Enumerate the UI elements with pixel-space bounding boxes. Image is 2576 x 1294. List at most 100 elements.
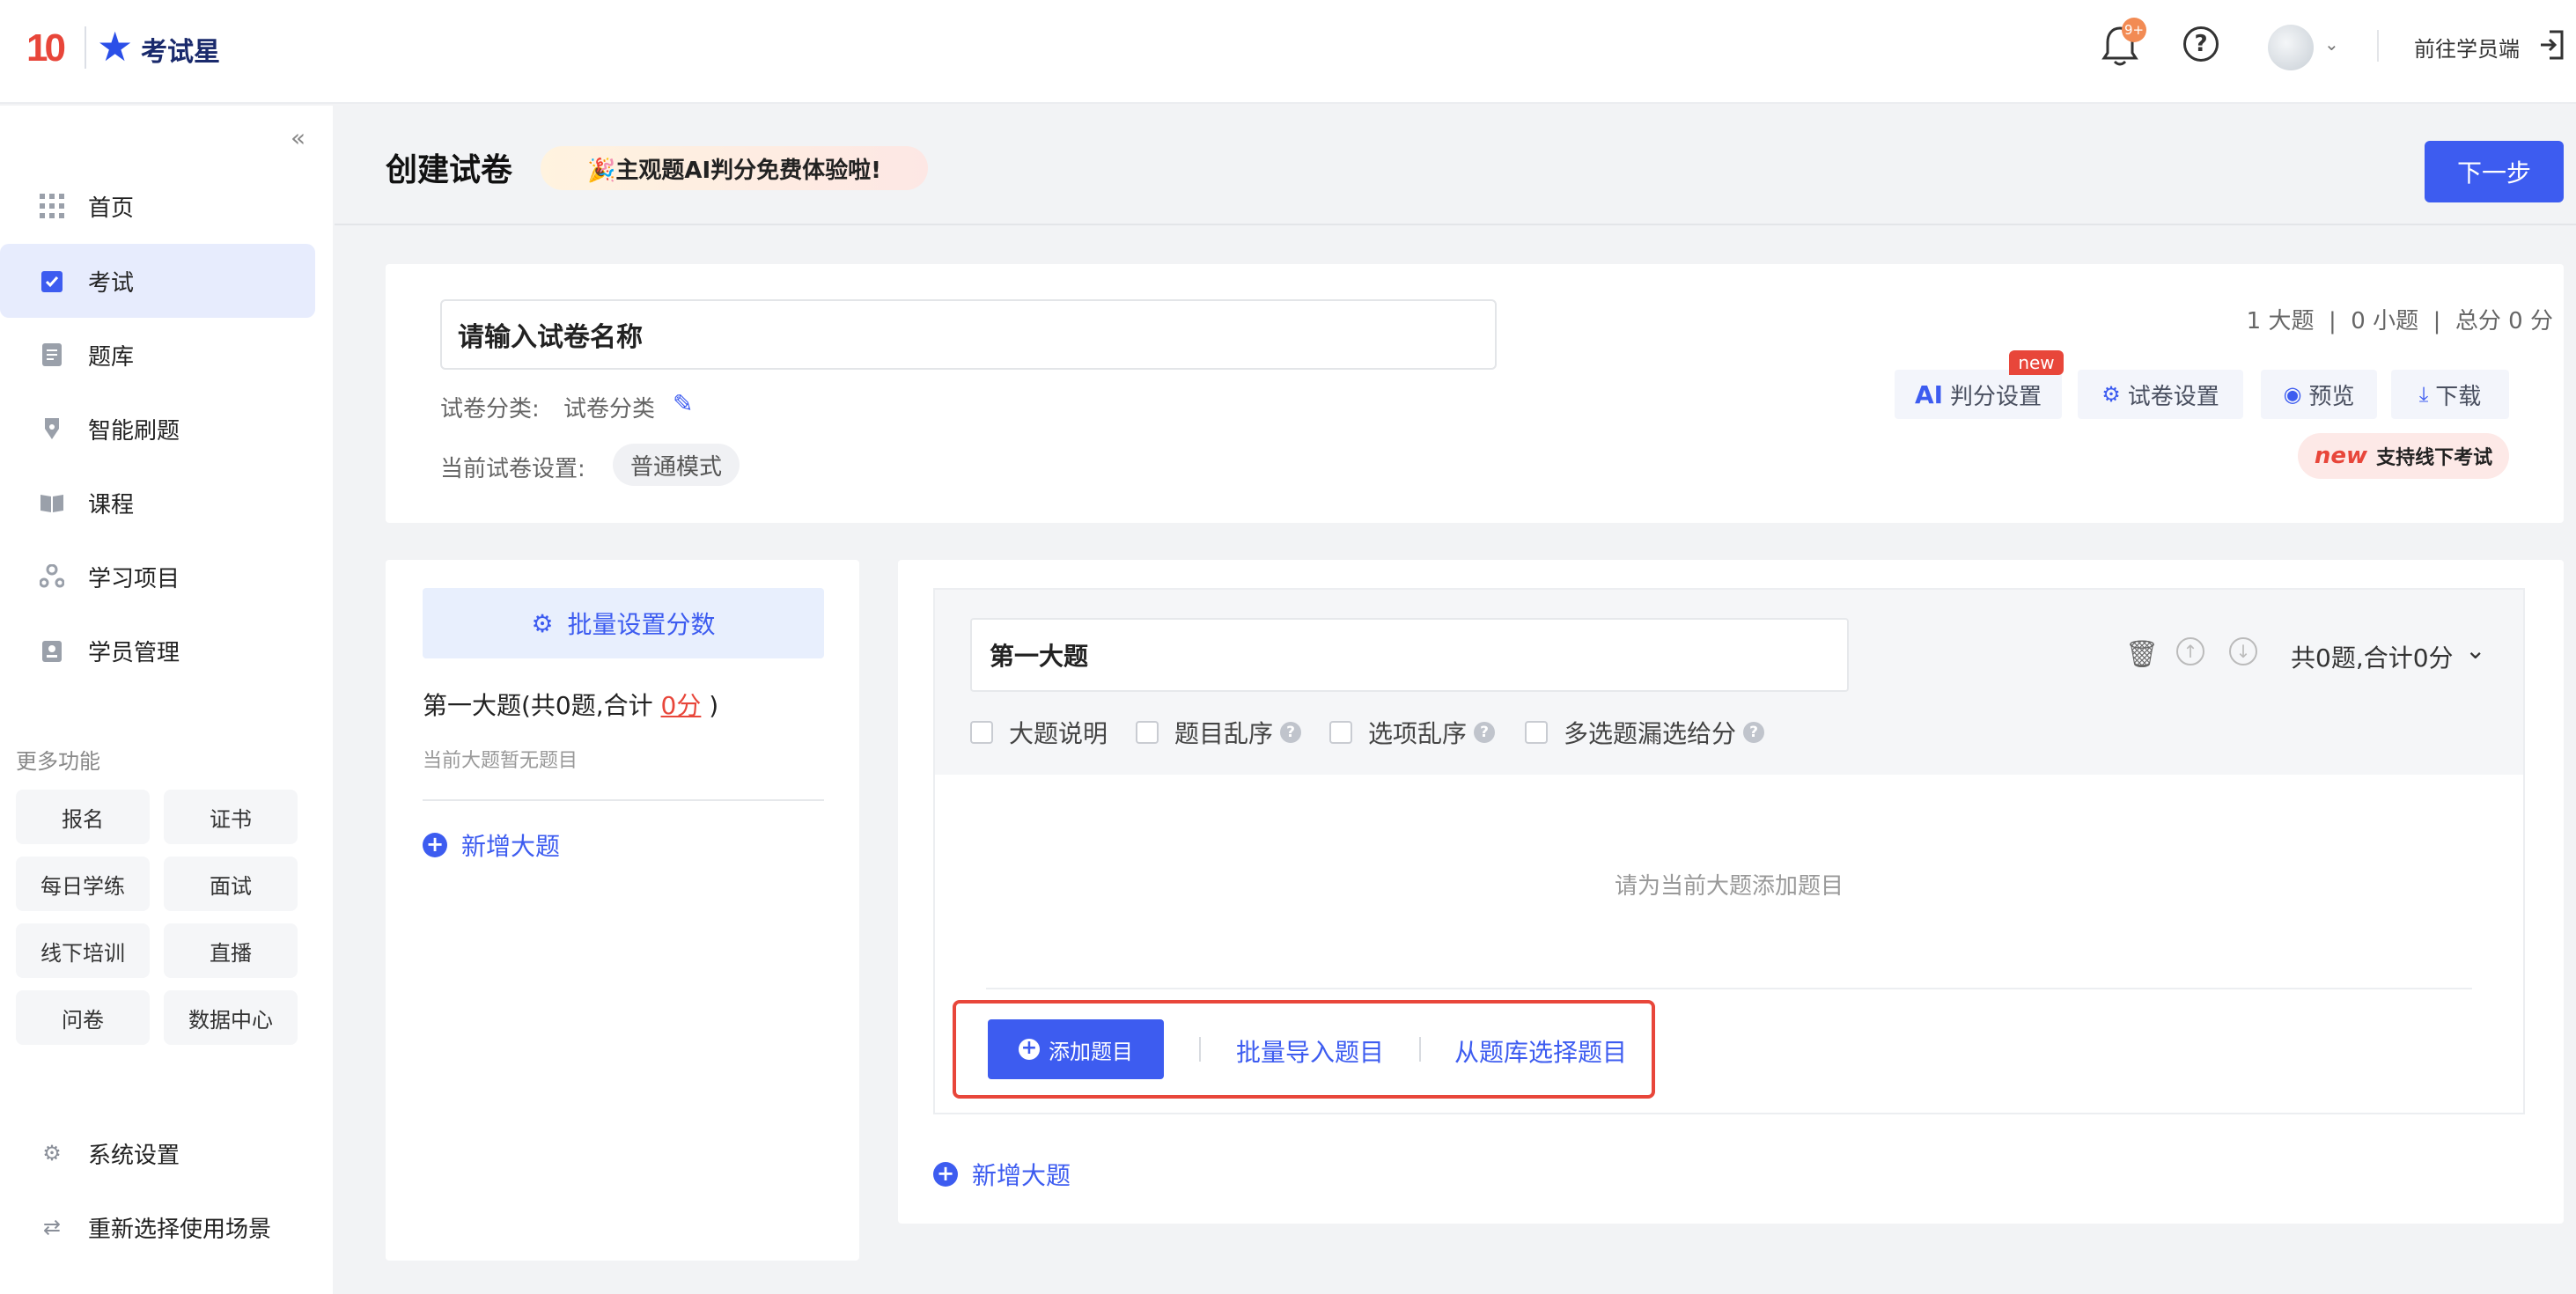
select-from-bank-link[interactable]: 从题库选择题目 bbox=[1454, 1033, 1627, 1069]
help-icon[interactable]: ? bbox=[1743, 722, 1765, 743]
eye-icon: ◉ bbox=[2283, 382, 2302, 407]
batch-set-score-button[interactable]: ⚙ 批量设置分数 bbox=[423, 588, 824, 658]
empty-questions-hint: 请为当前大题添加题目 bbox=[1614, 873, 1844, 900]
chip-certificate[interactable]: 证书 bbox=[164, 790, 298, 844]
link-separator bbox=[1199, 1037, 1201, 1062]
download-label: 下载 bbox=[2435, 383, 2482, 410]
chip-daily-practice[interactable]: 每日学练 bbox=[16, 857, 150, 911]
page-title: 创建试卷 bbox=[386, 152, 513, 188]
ai-icon: AI bbox=[1914, 379, 1944, 409]
checkbox-box[interactable] bbox=[1136, 721, 1159, 744]
document-icon bbox=[39, 342, 65, 368]
chip-live[interactable]: 直播 bbox=[164, 923, 298, 978]
pen-nib-icon bbox=[39, 415, 65, 442]
section-empty-text: 当前大题暂无题目 bbox=[423, 750, 578, 772]
sidebar-item-course[interactable]: 课程 bbox=[0, 466, 315, 540]
checkbox-box[interactable] bbox=[1329, 721, 1352, 744]
notification-badge: 9+ bbox=[2122, 18, 2146, 42]
topbar-divider bbox=[2377, 30, 2379, 62]
next-step-button[interactable]: 下一步 bbox=[2425, 141, 2564, 202]
paper-settings-label: 试卷设置 bbox=[2127, 383, 2219, 410]
paper-summary: 1 大题 | 0 小题 | 总分 0 分 bbox=[2246, 308, 2553, 335]
sidebar-item-label: 系统设置 bbox=[88, 1142, 180, 1169]
batch-set-score-label: 批量设置分数 bbox=[567, 610, 716, 639]
help-icon[interactable]: ? bbox=[2183, 26, 2219, 62]
section-name-input[interactable]: 第一大题 bbox=[970, 618, 1849, 692]
download-icon: ⤓ bbox=[2418, 382, 2429, 407]
ai-grading-settings-button[interactable]: AI 判分设置 bbox=[1895, 370, 2062, 419]
preview-button[interactable]: ◉ 预览 bbox=[2261, 370, 2377, 419]
chevron-down-icon[interactable]: ⌄ bbox=[2324, 33, 2339, 55]
chip-offline-training[interactable]: 线下培训 bbox=[16, 923, 150, 978]
section-outline-item[interactable]: 第一大题(共0题,合计 0分 ) bbox=[423, 687, 718, 722]
sidebar-item-home[interactable]: 首页 bbox=[0, 169, 315, 243]
project-icon bbox=[39, 563, 65, 590]
divider bbox=[986, 988, 2472, 989]
sidebar-item-label: 考试 bbox=[88, 269, 135, 297]
brand-logo-10: 10 bbox=[26, 26, 66, 70]
clipboard-check-icon bbox=[39, 268, 65, 294]
chip-survey[interactable]: 问卷 bbox=[16, 990, 150, 1045]
book-icon bbox=[39, 489, 65, 516]
add-section-button[interactable]: + 新增大题 bbox=[933, 1157, 1071, 1192]
edit-pencil-icon[interactable]: ✎ bbox=[673, 389, 693, 418]
shuffle-questions-checkbox[interactable]: 题目乱序 ? bbox=[1136, 715, 1302, 750]
avatar[interactable] bbox=[2268, 25, 2314, 70]
gear-icon: ⚙ bbox=[531, 608, 554, 638]
chip-data-center[interactable]: 数据中心 bbox=[164, 990, 298, 1045]
mode-tag: 普通模式 bbox=[613, 444, 740, 486]
id-card-icon bbox=[39, 637, 65, 664]
collapse-sidebar-icon[interactable]: « bbox=[291, 123, 305, 152]
exit-icon[interactable] bbox=[2539, 30, 2565, 60]
star-logo-icon: ★ bbox=[97, 23, 134, 70]
help-icon[interactable]: ? bbox=[1474, 722, 1496, 743]
section-outline-suffix: ) bbox=[709, 691, 719, 720]
sidebar-item-label: 学习项目 bbox=[88, 565, 180, 592]
help-icon[interactable]: ? bbox=[1280, 722, 1302, 743]
sidebar-item-system-settings[interactable]: ⚙ 系统设置 bbox=[0, 1122, 315, 1184]
checkbox-label: 题目乱序 bbox=[1174, 719, 1274, 748]
sidebar-item-learning-project[interactable]: 学习项目 bbox=[0, 540, 315, 614]
checkbox-label: 多选题漏选给分 bbox=[1564, 719, 1737, 748]
swap-arrows-icon: ⇄ bbox=[42, 1215, 62, 1239]
gear-icon: ⚙ bbox=[42, 1141, 62, 1165]
new-badge: new bbox=[2009, 350, 2064, 375]
plus-circle-icon: + bbox=[933, 1162, 958, 1187]
sidebar-item-label: 智能刷题 bbox=[88, 417, 180, 445]
brand-name: 考试星 bbox=[141, 37, 220, 68]
sidebar-item-reselect-scene[interactable]: ⇄ 重新选择使用场景 bbox=[0, 1196, 315, 1258]
add-question-button[interactable]: + 添加题目 bbox=[988, 1019, 1164, 1079]
gear-icon: ⚙ bbox=[2101, 382, 2121, 407]
more-features-title: 更多功能 bbox=[16, 749, 100, 774]
shuffle-options-checkbox[interactable]: 选项乱序 ? bbox=[1329, 715, 1496, 750]
category-value: 试卷分类 bbox=[563, 396, 656, 423]
chevron-down-icon[interactable]: ⌄ bbox=[2465, 636, 2485, 665]
partial-credit-checkbox[interactable]: 多选题漏选给分 ? bbox=[1525, 715, 1765, 750]
trash-icon[interactable]: 🗑 bbox=[2125, 639, 2159, 670]
sidebar-item-student-management[interactable]: 学员管理 bbox=[0, 614, 315, 687]
sidebar-item-label: 重新选择使用场景 bbox=[88, 1216, 272, 1243]
move-down-icon[interactable]: ↓ bbox=[2229, 637, 2257, 665]
link-separator bbox=[1419, 1037, 1421, 1062]
sidebar-item-label: 题库 bbox=[88, 343, 135, 371]
checkbox-box[interactable] bbox=[970, 721, 993, 744]
sidebar-item-label: 首页 bbox=[88, 195, 135, 222]
sidebar-item-smart-practice[interactable]: 智能刷题 bbox=[0, 392, 315, 466]
download-button[interactable]: ⤓ 下载 bbox=[2391, 370, 2509, 419]
chip-registration[interactable]: 报名 bbox=[16, 790, 150, 844]
section-description-checkbox[interactable]: 大题说明 bbox=[970, 715, 1108, 750]
sidebar-item-label: 学员管理 bbox=[88, 639, 180, 666]
plus-circle-icon: + bbox=[1019, 1039, 1040, 1060]
ai-promo-banner[interactable]: 🎉主观题AI判分免费体验啦! bbox=[541, 146, 928, 190]
add-section-button-left[interactable]: + 新增大题 bbox=[423, 827, 560, 863]
sidebar-item-question-bank[interactable]: 题库 bbox=[0, 318, 315, 392]
paper-name-input[interactable]: 请输入试卷名称 bbox=[440, 299, 1497, 370]
paper-settings-button[interactable]: ⚙ 试卷设置 bbox=[2078, 370, 2243, 419]
batch-import-link[interactable]: 批量导入题目 bbox=[1236, 1033, 1384, 1069]
goto-student-link[interactable]: 前往学员端 bbox=[2414, 32, 2520, 62]
sidebar-item-exam[interactable]: 考试 bbox=[0, 244, 315, 318]
move-up-icon[interactable]: ↑ bbox=[2176, 637, 2204, 665]
preview-label: 预览 bbox=[2308, 383, 2355, 410]
checkbox-box[interactable] bbox=[1525, 721, 1548, 744]
chip-interview[interactable]: 面试 bbox=[164, 857, 298, 911]
